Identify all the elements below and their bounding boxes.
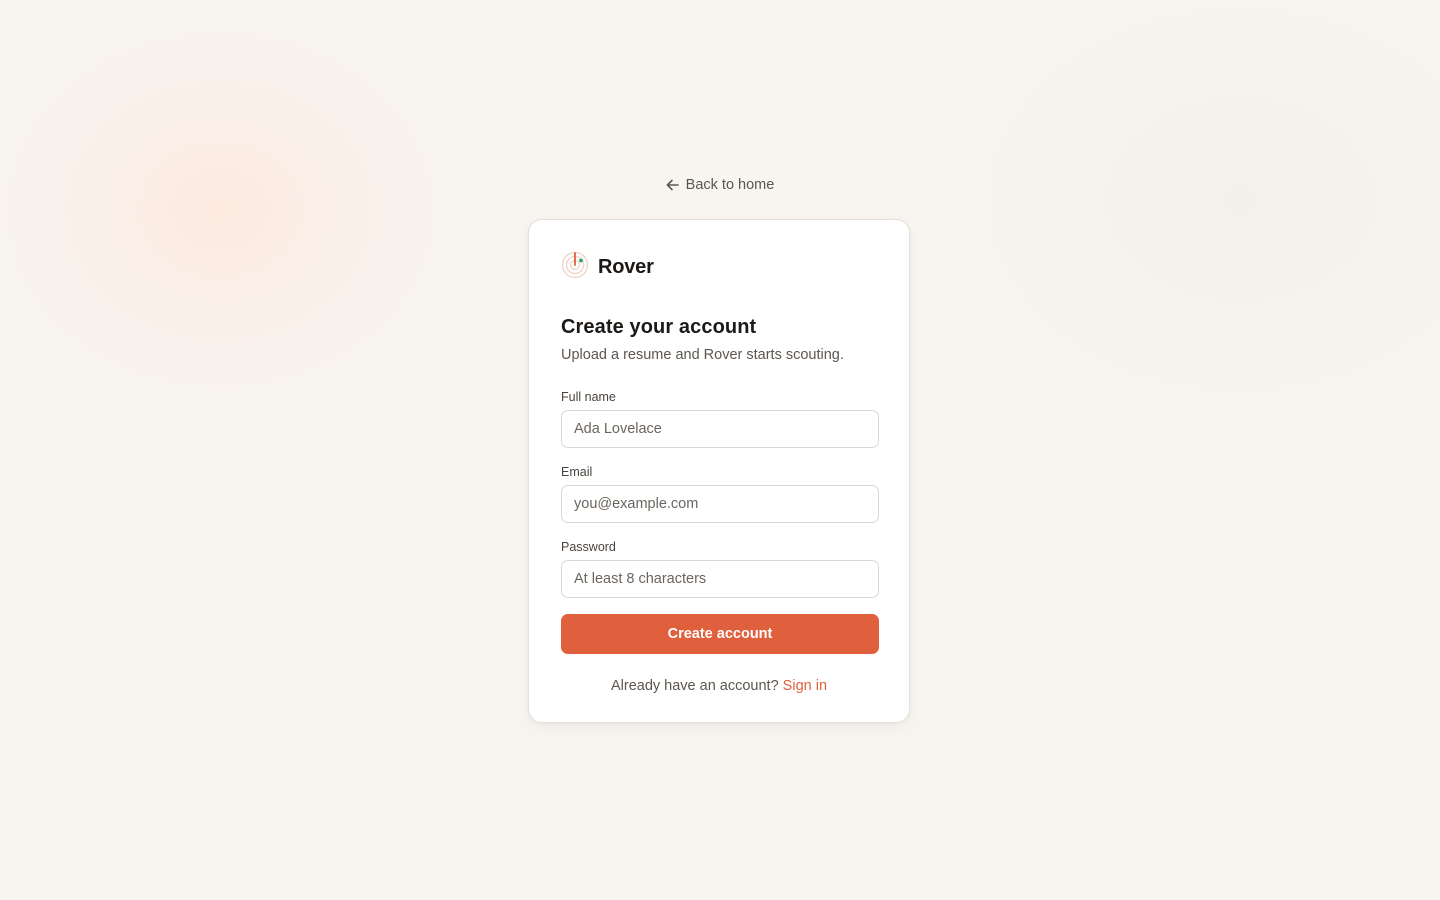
back-to-home-label: Back to home xyxy=(685,177,775,193)
sign-in-link[interactable]: Sign in xyxy=(783,678,827,694)
full-name-input[interactable] xyxy=(561,410,879,448)
email-field-group: Email xyxy=(561,464,879,523)
create-account-button[interactable]: Create account xyxy=(561,614,879,654)
signin-prompt-text: Already have an account? xyxy=(610,678,779,694)
full-name-label: Full name xyxy=(561,390,616,404)
back-to-home-link[interactable]: Back to home xyxy=(666,177,775,193)
page-subtitle: Upload a resume and Rover starts scoutin… xyxy=(561,347,844,363)
password-label: Password xyxy=(561,540,616,554)
arrow-left-icon xyxy=(666,179,679,191)
signup-form: Full name Email Password xyxy=(561,389,879,598)
radar-logo-icon xyxy=(561,251,589,284)
brand: Rover xyxy=(561,251,877,284)
back-link-row: Back to home xyxy=(0,174,1440,196)
page-title: Create your account xyxy=(561,316,757,338)
signin-prompt: Already have an account? Sign in xyxy=(561,678,877,694)
signup-card: Rover Create your account Upload a resum… xyxy=(528,219,910,723)
password-input[interactable] xyxy=(561,560,879,598)
email-input[interactable] xyxy=(561,485,879,523)
full-name-field-group: Full name xyxy=(561,389,879,448)
password-field-group: Password xyxy=(561,539,879,598)
brand-name: Rover xyxy=(598,255,654,278)
email-label: Email xyxy=(561,465,593,479)
